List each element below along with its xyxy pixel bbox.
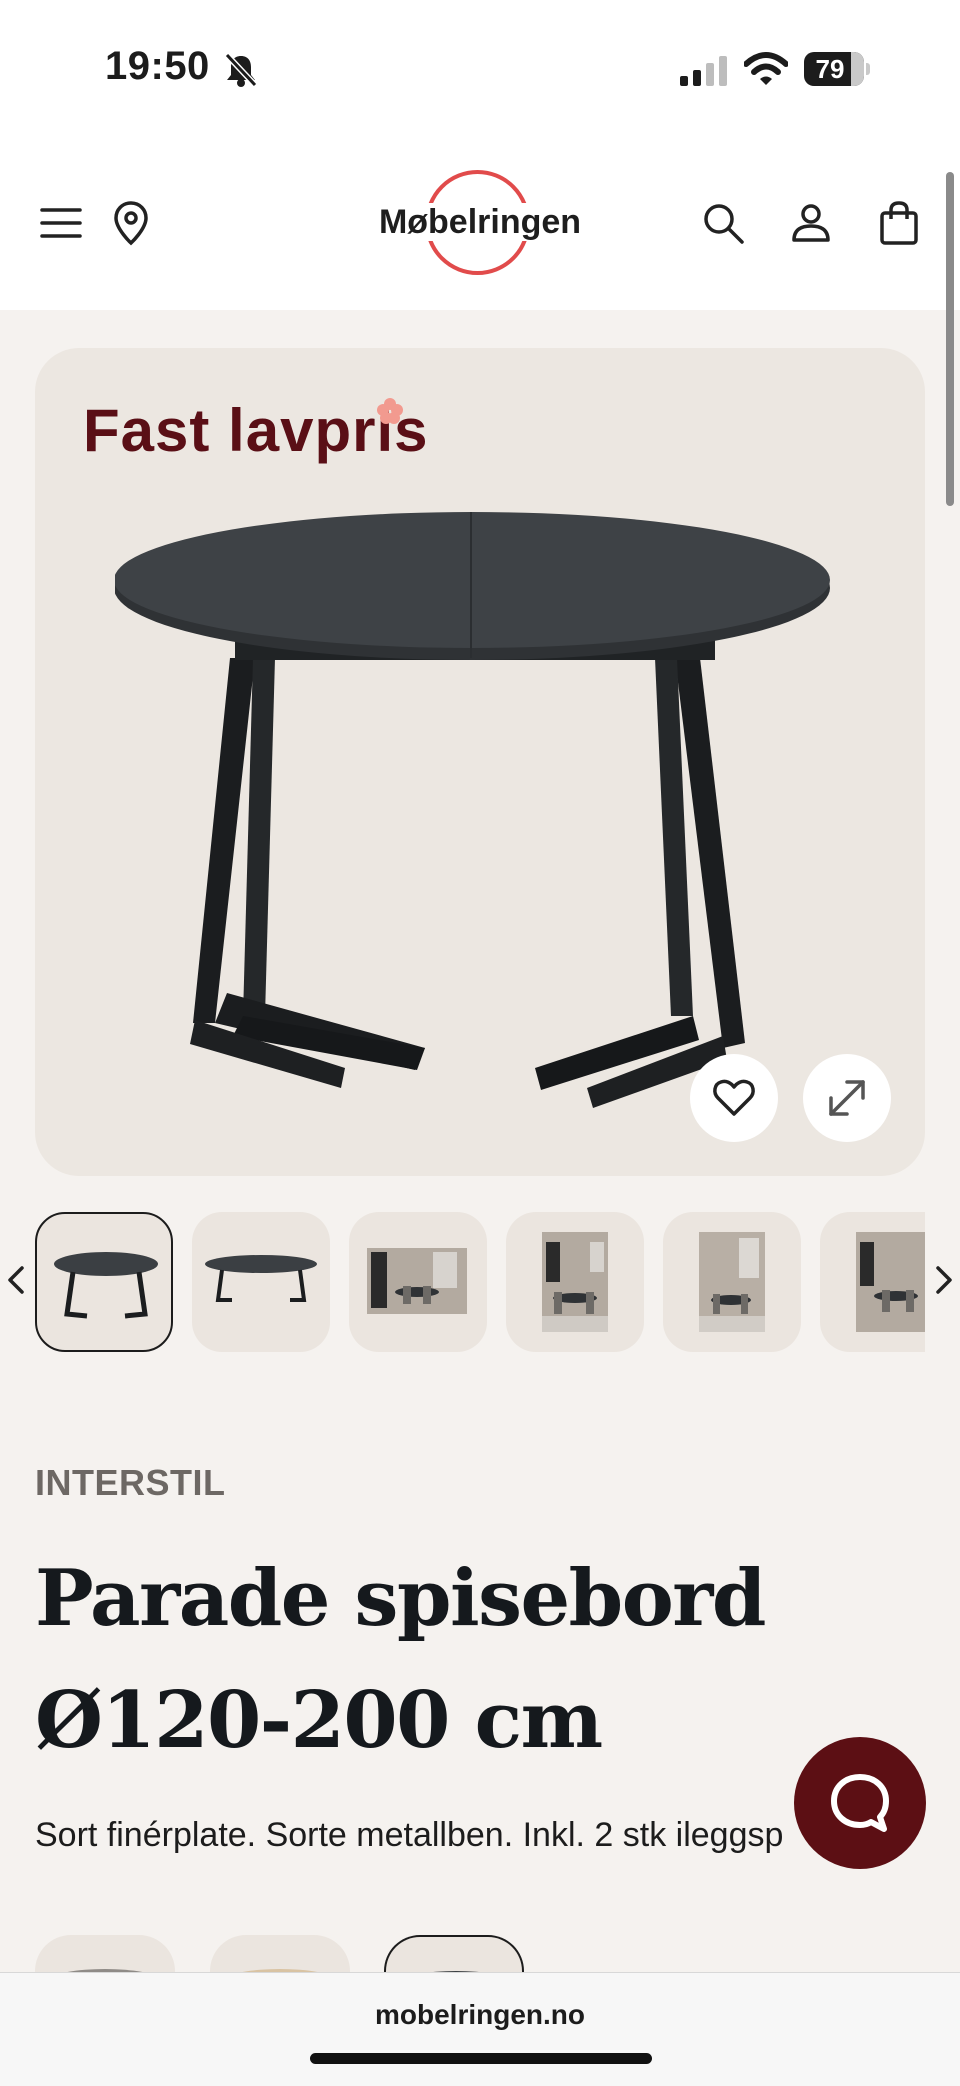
- battery-level: 79: [815, 54, 845, 84]
- heart-icon: [713, 1079, 755, 1116]
- bell-slash-icon: [224, 52, 258, 93]
- thumbnail-2[interactable]: [192, 1212, 330, 1352]
- wifi-icon: [743, 52, 789, 91]
- thumbnail-6[interactable]: [820, 1212, 925, 1352]
- cellular-signal-icon: [680, 56, 730, 91]
- home-indicator[interactable]: [310, 2053, 652, 2064]
- user-icon[interactable]: [788, 200, 834, 246]
- url-text[interactable]: mobelringen.no: [0, 1999, 960, 2031]
- favorite-button[interactable]: [690, 1054, 778, 1142]
- thumbnail-5[interactable]: [663, 1212, 801, 1352]
- browser-url-bar[interactable]: mobelringen.no: [0, 1972, 960, 2086]
- product-description: Sort finérplate. Sorte metallben. Inkl. …: [35, 1816, 784, 1854]
- logo[interactable]: Møbelringen: [370, 168, 590, 278]
- chat-bubble-icon: [831, 1774, 889, 1832]
- flower-icon: [375, 396, 405, 431]
- site-header: Møbelringen: [0, 130, 960, 310]
- search-icon[interactable]: [700, 200, 746, 246]
- thumbnail-1[interactable]: [35, 1212, 173, 1352]
- location-pin-icon[interactable]: [108, 200, 154, 246]
- chevron-left-icon[interactable]: [2, 1260, 28, 1305]
- chevron-right-icon[interactable]: [932, 1260, 958, 1305]
- thumbnail-3[interactable]: [349, 1212, 487, 1352]
- product-brand[interactable]: INTERSTIL: [35, 1462, 226, 1504]
- shopping-bag-icon[interactable]: [876, 200, 922, 246]
- product-image-card[interactable]: Fast lavpris: [35, 348, 925, 1176]
- product-image: [114, 488, 845, 1133]
- battery-icon: 79: [804, 52, 870, 86]
- logo-text: Møbelringen: [376, 203, 584, 241]
- thumbnail-4[interactable]: [506, 1212, 644, 1352]
- thumbnail-track: [35, 1212, 925, 1352]
- expand-icon: [829, 1080, 865, 1116]
- product-title: Parade spisebord Ø120-200 cm: [35, 1553, 766, 1766]
- thumbnail-gallery: [0, 1212, 960, 1352]
- status-bar: 19:50 79: [0, 0, 960, 130]
- menu-icon[interactable]: [38, 200, 84, 246]
- status-time: 19:50: [105, 44, 210, 88]
- chat-button[interactable]: [794, 1737, 926, 1869]
- fullscreen-button[interactable]: [803, 1054, 891, 1142]
- scrollbar[interactable]: [946, 172, 954, 506]
